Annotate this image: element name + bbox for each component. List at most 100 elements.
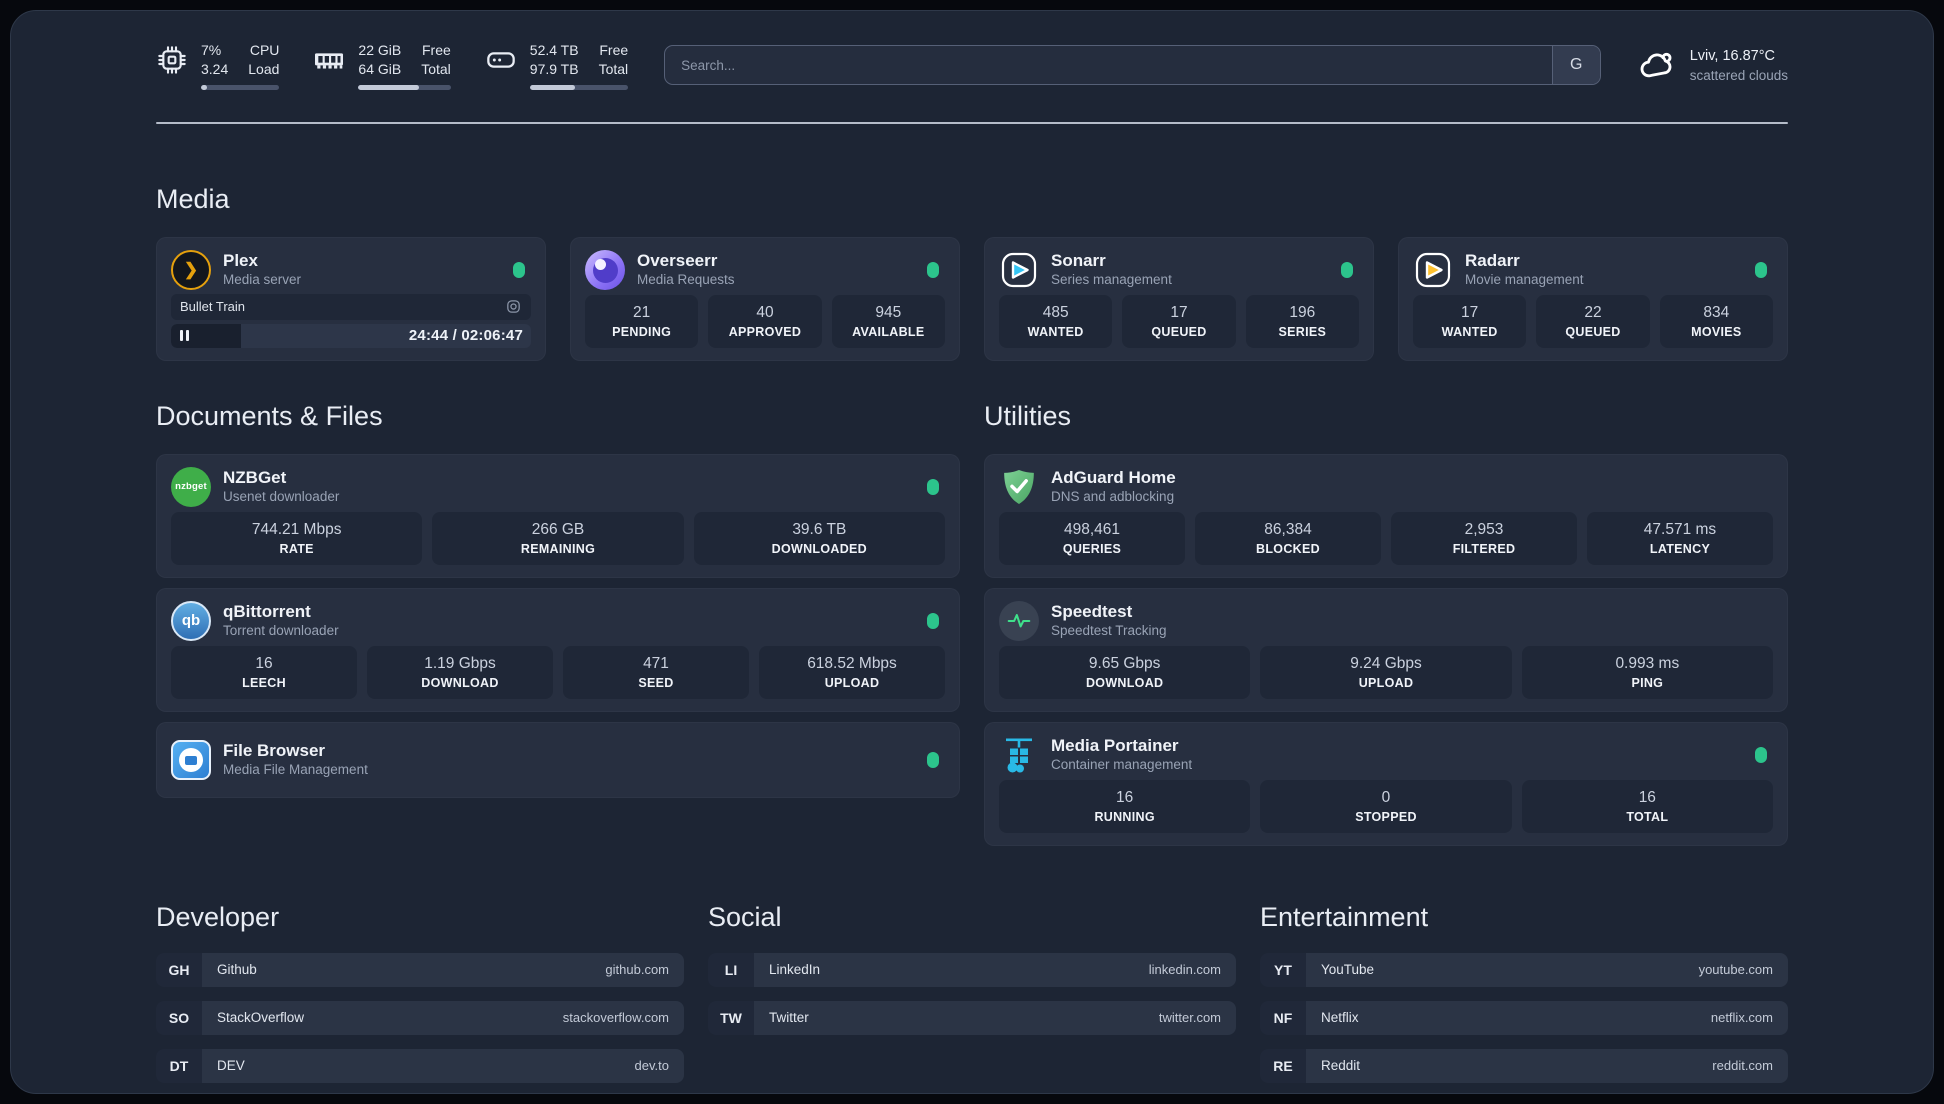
bookmark-abbr: YT: [1260, 952, 1306, 987]
plex-icon: ❯: [171, 249, 211, 290]
bookmark-stackoverflow[interactable]: SO StackOverflow stackoverflow.com: [156, 1000, 684, 1035]
disk-total-label: Total: [598, 60, 629, 77]
status-dot: [927, 261, 939, 278]
bookmark-abbr: LI: [708, 952, 754, 987]
bookmark-name: Netflix: [1321, 1010, 1359, 1025]
dashboard: 7% 3.24 CPU Load 22 GiB 64 GiB Free Tota…: [10, 10, 1934, 1094]
stat-tile: 16 LEECH: [171, 646, 357, 699]
app-card-portainer[interactable]: Media Portainer Container management 16 …: [984, 721, 1788, 846]
app-description: Media Requests: [637, 272, 735, 288]
app-description: Usenet downloader: [223, 489, 340, 505]
stat-tile: 9.65 Gbps DOWNLOAD: [999, 646, 1251, 699]
app-description: Media server: [223, 272, 302, 288]
bookmark-netflix[interactable]: NF Netflix netflix.com: [1260, 1000, 1788, 1035]
bookmark-abbr: GH: [156, 952, 202, 987]
stat-tile: 40 APPROVED: [708, 295, 822, 348]
app-card-filebrowser[interactable]: File Browser Media File Management: [156, 721, 960, 798]
now-playing-title: Bullet Train: [180, 299, 246, 314]
stat-tile: 17 QUEUED: [1122, 295, 1236, 348]
stat-tile: 9.24 Gbps UPLOAD: [1260, 646, 1512, 699]
app-description: Speedtest Tracking: [1051, 623, 1167, 639]
stat-tile: 39.6 TB DOWNLOADED: [693, 512, 945, 565]
stat-tile: 17 WANTED: [1413, 295, 1527, 348]
app-card-sonarr[interactable]: Sonarr Series management 485 WANTED 17 Q…: [984, 236, 1374, 361]
bookmark-url: linkedin.com: [1148, 962, 1221, 977]
memory-total-label: Total: [421, 60, 451, 77]
memory-free-label: Free: [422, 42, 451, 58]
bookmark-dev[interactable]: DT DEV dev.to: [156, 1048, 684, 1083]
disk-progress-fill: [529, 84, 576, 90]
section-title-media: Media: [156, 183, 230, 214]
stat-tile: 21 PENDING: [585, 295, 699, 348]
bookmark-abbr: TW: [708, 1000, 754, 1035]
status-dot: [927, 478, 939, 495]
status-dot: [1341, 261, 1353, 278]
stat-tile: 196 SERIES: [1245, 295, 1359, 348]
weather-widget[interactable]: Lviv, 16.87°C scattered clouds: [1637, 45, 1788, 85]
memory-icon: [313, 44, 345, 76]
bookmark-name: DEV: [217, 1058, 245, 1073]
sonarr-icon: [999, 250, 1039, 290]
app-title: NZBGet: [223, 468, 287, 488]
stat-tile: 618.52 Mbps UPLOAD: [759, 646, 945, 699]
cpu-icon: [156, 44, 188, 76]
app-card-overseerr[interactable]: Overseerr Media Requests 21 PENDING 40 A…: [570, 236, 960, 361]
bookmark-name: StackOverflow: [217, 1010, 305, 1025]
bookmark-twitter[interactable]: TW Twitter twitter.com: [708, 1000, 1236, 1035]
top-bar: 7% 3.24 CPU Load 22 GiB 64 GiB Free Tota…: [156, 41, 1788, 90]
app-description: Container management: [1051, 757, 1193, 773]
search-input[interactable]: [665, 46, 1552, 85]
app-title: qBittorrent: [223, 602, 311, 622]
bookmark-url: netflix.com: [1710, 1010, 1773, 1025]
playback-progress-bar: 24:44 / 02:06:47: [171, 323, 531, 348]
stat-tile: 0.993 ms PING: [1521, 646, 1773, 699]
now-playing-row: Bullet Train: [171, 293, 531, 320]
stat-tile: 834 MOVIES: [1659, 295, 1773, 348]
app-card-adguard-home[interactable]: AdGuard Home DNS and adblocking 498,461 …: [984, 453, 1788, 578]
disk-icon: [485, 44, 517, 76]
app-title: Media Portainer: [1051, 736, 1179, 756]
bookmark-reddit[interactable]: RE Reddit reddit.com: [1260, 1048, 1788, 1083]
section-title-developer: Developer: [156, 901, 280, 932]
stat-tile: 47.571 ms LATENCY: [1587, 512, 1773, 565]
status-dot: [1755, 746, 1767, 763]
disk-free-label: Free: [599, 42, 629, 58]
stat-tile: 0 STOPPED: [1260, 780, 1512, 833]
bookmark-github[interactable]: GH Github github.com: [156, 952, 684, 987]
section-title-utilities: Utilities: [984, 400, 1072, 431]
bookmark-linkedin[interactable]: LI LinkedIn linkedin.com: [708, 952, 1236, 987]
stat-tile: 485 WANTED: [999, 295, 1113, 348]
app-card-speedtest[interactable]: Speedtest Speedtest Tracking 9.65 Gbps D…: [984, 587, 1788, 712]
developer-section: Developer GH Github github.com SO StackO…: [156, 902, 684, 1083]
memory-progress-track: [358, 84, 451, 90]
app-card-nzbget[interactable]: nzbget NZBGet Usenet downloader 744.21 M…: [156, 453, 960, 578]
stat-tile: 16 RUNNING: [999, 780, 1251, 833]
bookmark-name: Reddit: [1321, 1058, 1361, 1073]
bookmark-name: Github: [217, 962, 257, 977]
stat-tile: 471 SEED: [563, 646, 749, 699]
memory-free-value: 22 GiB: [358, 42, 402, 58]
app-title: File Browser: [223, 741, 326, 761]
status-dot: [1755, 261, 1767, 278]
stat-tile: 16 TOTAL: [1521, 780, 1773, 833]
app-card-plex[interactable]: ❯ Plex Media server Bullet Train 24:44 /…: [156, 236, 546, 361]
bookmark-name: LinkedIn: [769, 962, 821, 977]
memory-progress-fill: [358, 84, 420, 90]
nzbget-icon: nzbget: [171, 466, 211, 507]
app-title: Sonarr: [1051, 251, 1106, 271]
app-description: DNS and adblocking: [1051, 489, 1175, 505]
app-card-qbittorrent[interactable]: qb qBittorrent Torrent downloader 16 LEE…: [156, 587, 960, 712]
qbittorrent-icon: qb: [171, 600, 211, 641]
bookmark-url: reddit.com: [1712, 1058, 1773, 1073]
app-card-radarr[interactable]: Radarr Movie management 17 WANTED 22 QUE…: [1398, 236, 1788, 361]
disk-progress-track: [529, 84, 629, 90]
stat-tile: 1.19 Gbps DOWNLOAD: [367, 646, 553, 699]
resource-widgets: 7% 3.24 CPU Load 22 GiB 64 GiB Free Tota…: [156, 41, 629, 90]
bookmark-youtube[interactable]: YT YouTube youtube.com: [1260, 952, 1788, 987]
cpu-label: CPU: [249, 42, 280, 58]
app-description: Torrent downloader: [223, 623, 339, 639]
section-title-social: Social: [708, 901, 782, 932]
search-provider-button[interactable]: G: [1551, 46, 1600, 85]
cpu-usage-value: 7%: [201, 42, 222, 58]
app-title: Plex: [223, 251, 258, 271]
